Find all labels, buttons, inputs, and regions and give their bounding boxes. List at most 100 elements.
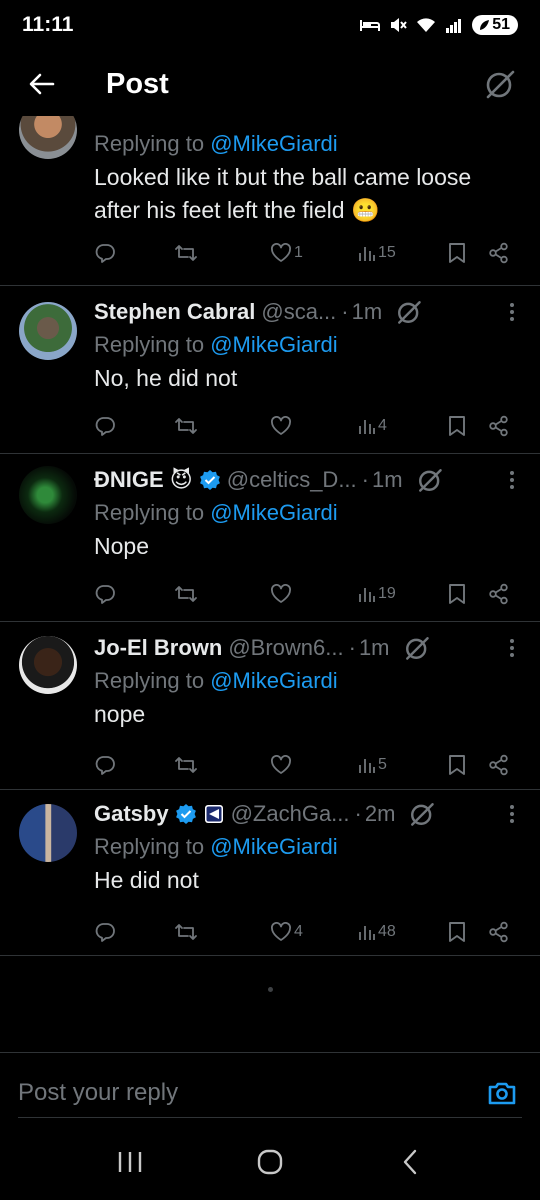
verified-badge-icon	[175, 804, 196, 824]
reply-item[interactable]: Replying to @MikeGiardi Looked like it b…	[0, 116, 540, 286]
timestamp: 1m	[351, 299, 383, 324]
views-button[interactable]: 5	[358, 750, 387, 780]
bookmark-button[interactable]	[448, 579, 466, 609]
avatar[interactable]	[19, 302, 77, 360]
bookmark-button[interactable]	[448, 238, 466, 268]
reply-button[interactable]	[94, 917, 116, 947]
bookmark-button[interactable]	[448, 917, 466, 947]
handle[interactable]: @ZachGa...	[231, 801, 350, 827]
replying-prefix: Replying to	[94, 500, 205, 525]
share-icon	[489, 754, 508, 776]
views-icon	[359, 247, 375, 261]
grok-icon[interactable]	[404, 635, 430, 661]
tweet-text: Nope	[94, 533, 149, 559]
avatar[interactable]	[19, 804, 77, 862]
mute-icon	[391, 18, 407, 32]
grok-icon[interactable]	[396, 299, 422, 325]
avatar[interactable]	[19, 636, 77, 694]
views-button[interactable]: 48	[358, 917, 396, 947]
reply-button[interactable]	[94, 579, 116, 609]
separator: ·	[341, 299, 349, 324]
reply-icon	[95, 417, 115, 436]
back-arrow-icon	[29, 73, 55, 95]
reply-button[interactable]	[94, 238, 116, 268]
replying-to: Replying to @MikeGiardi	[94, 664, 522, 698]
status-time: 11:11	[22, 13, 74, 36]
repost-button[interactable]	[174, 411, 198, 441]
reply-item[interactable]: Stephen Cabral @sca... · 1m Replying to …	[0, 286, 540, 454]
display-name[interactable]: Gatsby	[94, 801, 169, 827]
share-button[interactable]	[488, 750, 510, 780]
more-options-button[interactable]	[502, 639, 522, 657]
repost-button[interactable]	[174, 750, 198, 780]
grok-icon	[486, 70, 515, 99]
mention-link[interactable]: @MikeGiardi	[210, 834, 337, 859]
reply-item[interactable]: ÐNIGE 😈 @celtics_D... · 1m Replying to @…	[0, 454, 540, 622]
reply-icon	[95, 244, 115, 263]
handle[interactable]: @Brown6...	[228, 635, 343, 661]
mention-link[interactable]: @MikeGiardi	[210, 668, 337, 693]
more-options-button[interactable]	[502, 471, 522, 489]
separator: ·	[348, 635, 356, 660]
bookmark-icon	[449, 922, 465, 942]
share-button[interactable]	[488, 579, 510, 609]
mention-link[interactable]: @MikeGiardi	[210, 500, 337, 525]
like-icon	[271, 755, 291, 774]
avatar[interactable]	[19, 116, 77, 159]
back-button[interactable]	[20, 62, 64, 106]
repost-icon	[175, 245, 197, 261]
bookmark-icon	[449, 584, 465, 604]
mention-link[interactable]: @MikeGiardi	[210, 131, 337, 156]
repost-button[interactable]	[174, 579, 198, 609]
reply-input[interactable]	[18, 1078, 484, 1107]
like-button[interactable]: 4	[270, 917, 303, 947]
reply-item[interactable]: Jo-El Brown @Brown6... · 1m Replying to …	[0, 622, 540, 790]
recents-button[interactable]	[100, 1132, 160, 1192]
reply-feed[interactable]: Replying to @MikeGiardi Looked like it b…	[0, 116, 540, 956]
views-button[interactable]: 19	[358, 579, 396, 609]
share-button[interactable]	[488, 411, 510, 441]
like-button[interactable]: 1	[270, 238, 303, 268]
reply-button[interactable]	[94, 750, 116, 780]
replying-to: Replying to @MikeGiardi	[94, 830, 522, 864]
handle[interactable]: @sca...	[261, 299, 336, 325]
bookmark-button[interactable]	[448, 411, 466, 441]
reply-item[interactable]: Gatsby @ZachGa... · 2m Replying to @Mike…	[0, 790, 540, 956]
replying-to: Replying to @MikeGiardi	[94, 328, 522, 362]
reply-composer	[18, 1068, 522, 1118]
grok-icon[interactable]	[417, 467, 443, 493]
grok-icon[interactable]	[409, 801, 435, 827]
bookmark-button[interactable]	[448, 750, 466, 780]
reply-button[interactable]	[94, 411, 116, 441]
system-nav-bar	[0, 1124, 540, 1200]
like-button[interactable]	[270, 411, 294, 441]
share-button[interactable]	[488, 238, 510, 268]
display-name[interactable]: ÐNIGE 😈	[94, 467, 193, 493]
more-options-button[interactable]	[502, 805, 522, 823]
mention-link[interactable]: @MikeGiardi	[210, 332, 337, 357]
replying-prefix: Replying to	[94, 131, 205, 156]
like-button[interactable]	[270, 579, 294, 609]
battery-saver-icon	[480, 20, 490, 30]
replying-prefix: Replying to	[94, 834, 205, 859]
home-button[interactable]	[240, 1132, 300, 1192]
display-name[interactable]: Stephen Cabral	[94, 299, 255, 325]
battery-level: 51	[492, 16, 510, 33]
repost-button[interactable]	[174, 917, 198, 947]
like-button[interactable]	[270, 750, 294, 780]
views-button[interactable]: 4	[358, 411, 387, 441]
grok-button[interactable]	[480, 64, 520, 104]
views-button[interactable]: 15	[358, 238, 396, 268]
bookmark-icon	[449, 755, 465, 775]
camera-button[interactable]	[484, 1075, 520, 1111]
repost-button[interactable]	[174, 238, 198, 268]
share-button[interactable]	[488, 917, 510, 947]
tweet-text: Looked like it but the ball came loose a…	[94, 164, 472, 223]
share-icon	[489, 242, 508, 264]
display-name[interactable]: Jo-El Brown	[94, 635, 222, 661]
avatar[interactable]	[19, 466, 77, 524]
more-options-button[interactable]	[502, 303, 522, 321]
bookmark-icon	[449, 243, 465, 263]
system-back-button[interactable]	[380, 1132, 440, 1192]
handle[interactable]: @celtics_D...	[227, 467, 357, 493]
